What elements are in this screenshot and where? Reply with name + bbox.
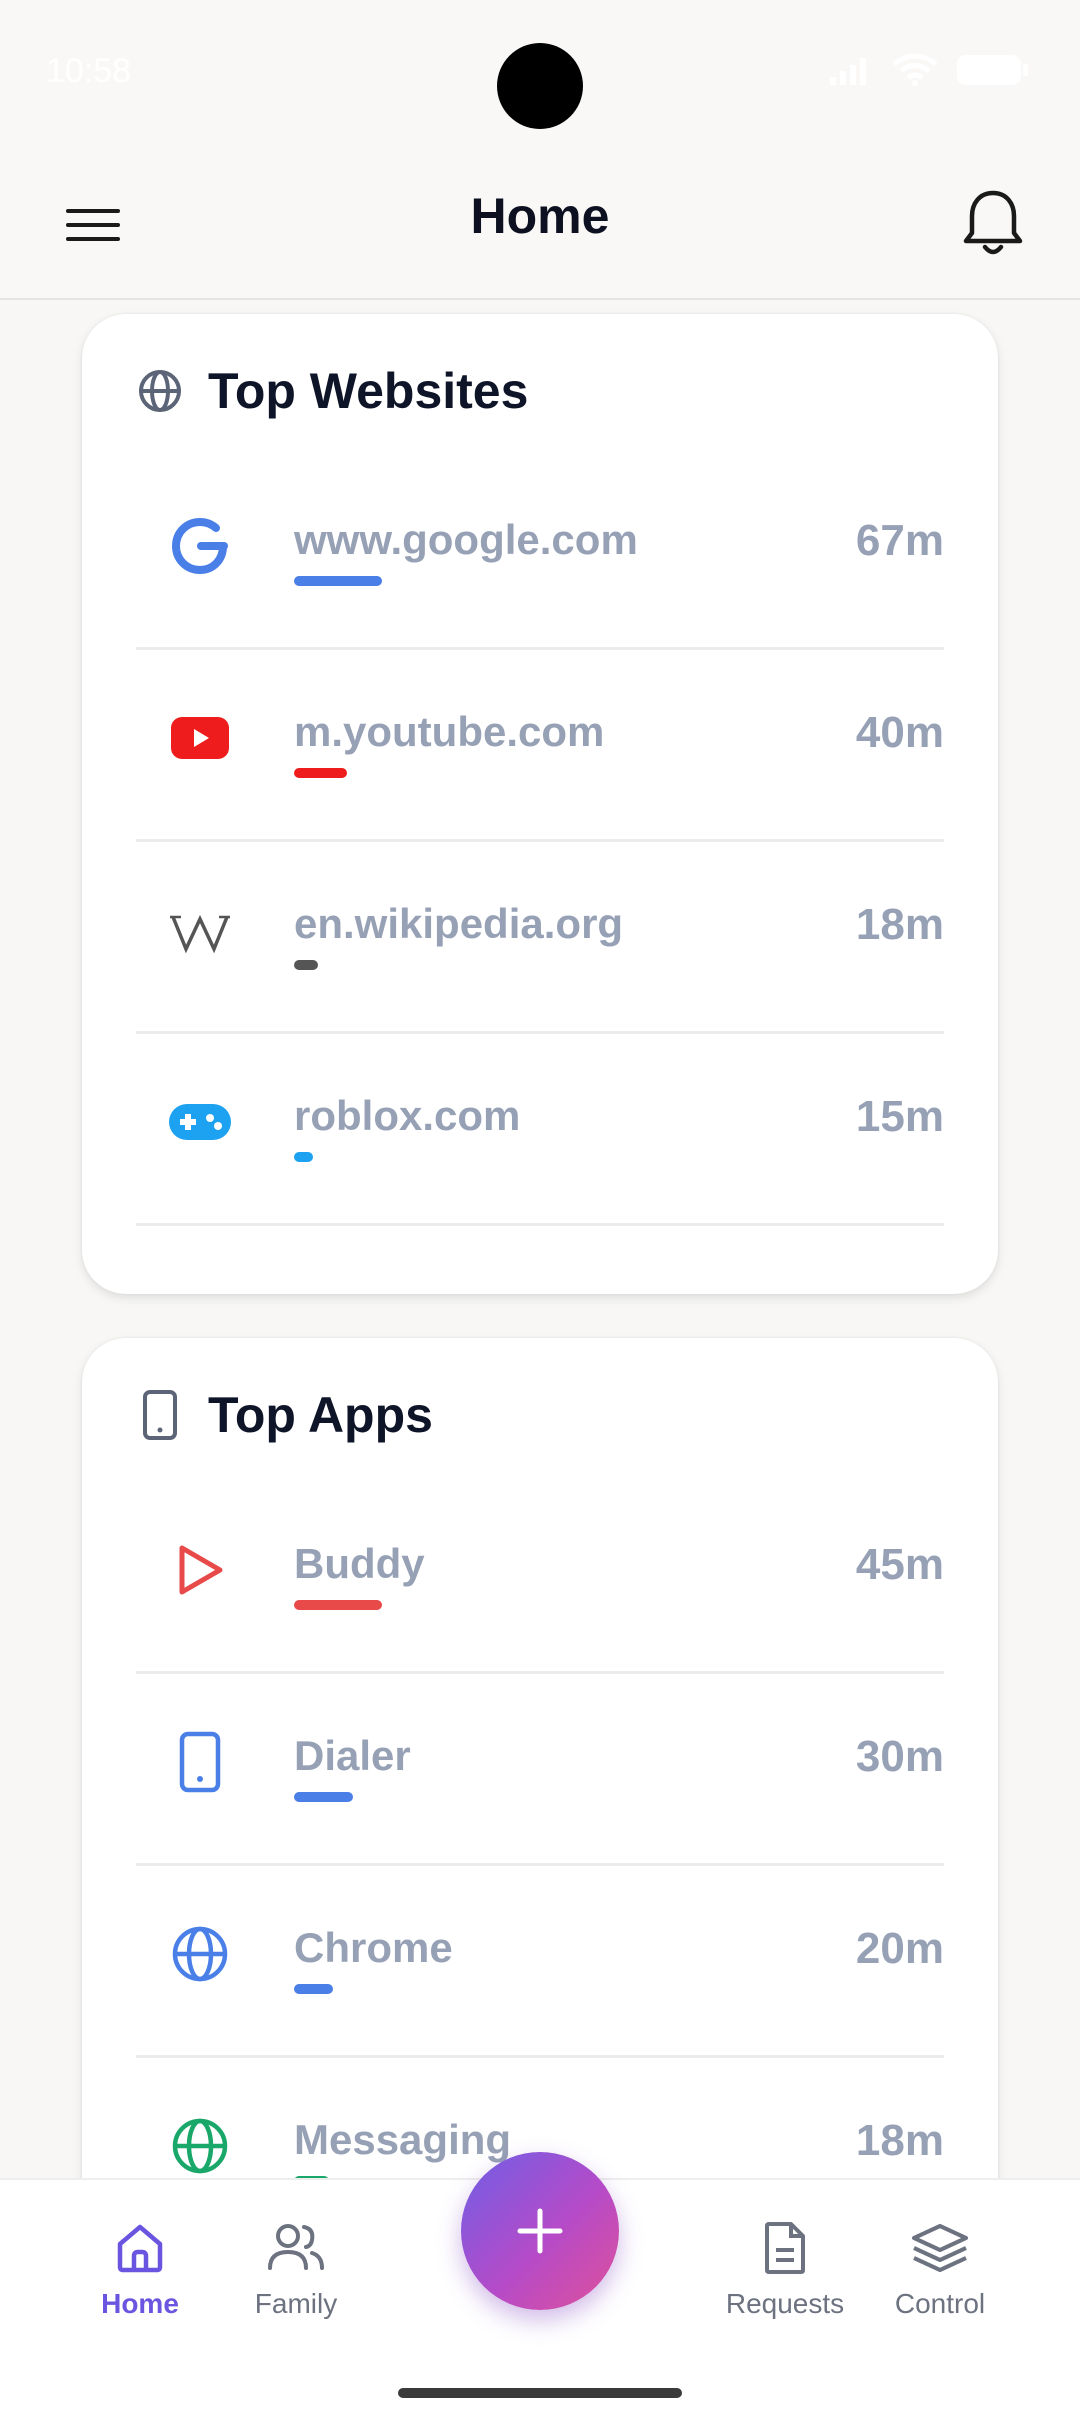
home-indicator[interactable] (398, 2388, 682, 2398)
phone-icon (143, 1390, 177, 1440)
list-item[interactable]: en.wikipedia.org 18m (136, 842, 944, 1034)
wikipedia-icon (162, 892, 238, 968)
phone-icon (162, 1724, 238, 1800)
usage-time: 40m (855, 708, 944, 757)
layers-icon (912, 2224, 968, 2272)
usage-time: 18m (855, 900, 944, 949)
camera-cutout (497, 43, 583, 129)
app-name: Messaging (294, 2116, 512, 2163)
list-item[interactable]: m.youtube.com 40m (136, 650, 944, 842)
status-icons (830, 54, 1030, 86)
page-title: Home (470, 188, 610, 244)
top-websites-card: Top Websites www.google.com 67m m.youtub… (82, 314, 998, 1294)
usage-time: 15m (855, 1092, 944, 1141)
nav-requests-label: Requests (725, 2288, 845, 2319)
status-bar: 10:58 (0, 0, 1080, 150)
status-time: 10:58 (46, 52, 132, 90)
website-name: www.google.com (294, 516, 638, 563)
usage-bar (294, 1984, 333, 1994)
app-name: Chrome (294, 1924, 453, 1971)
nav-home[interactable]: Home (60, 2220, 220, 2320)
globe-icon (162, 1916, 238, 1992)
nav-control-label: Control (894, 2288, 986, 2319)
app-name: Dialer (294, 1732, 411, 1779)
usage-bar (294, 768, 347, 778)
app-bar: Home (0, 150, 1080, 300)
card-header: Top Websites (136, 356, 528, 426)
google-icon (162, 508, 238, 584)
play-icon (162, 1532, 238, 1608)
usage-bar (294, 960, 318, 970)
battery-icon (957, 55, 1028, 85)
wifi-icon (892, 54, 938, 86)
signal-icon (830, 58, 866, 85)
apps-list: Buddy 45m Dialer 30m Chrome 20m Messagin… (136, 1482, 944, 2178)
nav-family[interactable]: Family (216, 2220, 376, 2320)
content-scroll-area[interactable]: Top Websites www.google.com 67m m.youtub… (0, 302, 1080, 2178)
usage-time: 30m (855, 1732, 944, 1781)
usage-bar (294, 1152, 313, 1162)
app-name: Buddy (294, 1540, 425, 1587)
gamepad-icon (162, 1084, 238, 1160)
add-button[interactable] (461, 2152, 619, 2310)
document-icon (765, 2222, 805, 2274)
usage-time: 20m (855, 1924, 944, 1973)
usage-bar (294, 1792, 353, 1802)
nav-family-label: Family (254, 2288, 338, 2319)
card-title: Top Apps (208, 1387, 433, 1443)
list-item[interactable]: Dialer 30m (136, 1674, 944, 1866)
plus-icon (517, 2208, 563, 2254)
top-apps-card: Top Apps Buddy 45m Dialer 30m Chrome 20m… (82, 1338, 998, 2178)
website-name: roblox.com (294, 1092, 521, 1139)
list-item[interactable]: www.google.com 67m (136, 458, 944, 650)
card-title: Top Websites (208, 363, 529, 419)
nav-control[interactable]: Control (860, 2220, 1020, 2320)
usage-bar (294, 576, 382, 586)
usage-bar (294, 1600, 382, 1610)
website-name: m.youtube.com (294, 708, 605, 755)
globe-icon (162, 2108, 238, 2178)
nav-home-label: Home (101, 2288, 179, 2319)
globe-icon (139, 370, 181, 412)
youtube-icon (162, 700, 238, 776)
home-icon (117, 2224, 163, 2273)
notifications-button[interactable] (958, 183, 1028, 263)
nav-requests[interactable]: Requests (705, 2220, 865, 2320)
website-name: en.wikipedia.org (294, 900, 624, 947)
list-item[interactable]: Buddy 45m (136, 1482, 944, 1674)
card-header: Top Apps (136, 1380, 433, 1450)
usage-time: 18m (855, 2116, 944, 2165)
usage-time: 67m (855, 516, 944, 565)
family-icon (268, 2224, 324, 2270)
usage-time: 45m (855, 1540, 944, 1589)
list-item[interactable]: Chrome 20m (136, 1866, 944, 2058)
bell-icon (963, 190, 1023, 255)
list-item[interactable]: roblox.com 15m (136, 1034, 944, 1226)
websites-list: www.google.com 67m m.youtube.com 40m en.… (136, 458, 944, 1226)
